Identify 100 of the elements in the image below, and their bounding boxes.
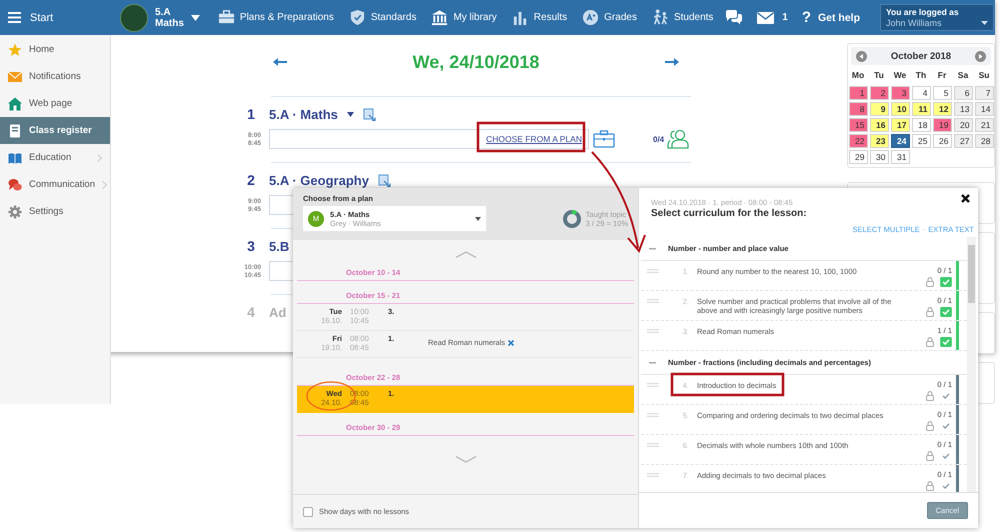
calendar-day[interactable]: 18 <box>912 118 930 132</box>
calendar-day[interactable]: 27 <box>954 134 972 148</box>
calendar-day[interactable]: 1 <box>848 86 868 100</box>
gear-icon <box>8 204 22 218</box>
calendar-day[interactable]: 11 <box>912 102 930 116</box>
weekday-label: Fr <box>936 69 948 82</box>
book-icon <box>8 150 22 164</box>
calendar-day[interactable]: 25 <box>912 134 930 148</box>
calendar-day[interactable]: 24 <box>890 134 910 148</box>
close-button[interactable] <box>961 194 970 203</box>
previous-month-icon[interactable] <box>856 50 867 62</box>
lock-icon <box>926 481 934 491</box>
check-mark[interactable] <box>940 451 952 461</box>
nav-item[interactable]: My library <box>431 9 497 26</box>
calendar-day[interactable]: 3 <box>890 86 910 100</box>
calendar-day[interactable]: 20 <box>954 118 972 132</box>
lock-icon <box>926 421 934 431</box>
photo-placeholder <box>120 4 148 32</box>
chat-icon[interactable] <box>725 10 744 25</box>
students-icon[interactable] <box>667 129 690 149</box>
caret-icon[interactable] <box>346 112 354 116</box>
scroll-up-icon[interactable] <box>454 251 476 258</box>
user-menu[interactable]: You are logged as John Williams <box>880 4 994 31</box>
calendar-day[interactable]: 17 <box>890 118 910 132</box>
notebook-icon <box>8 124 22 138</box>
nav-item[interactable]: Plans & Preparations <box>218 9 334 26</box>
nav-item[interactable]: Standards <box>348 9 416 26</box>
calendar-day[interactable]: 9 <box>870 102 888 116</box>
drag-handle-icon[interactable] <box>647 473 659 477</box>
calendar-day[interactable]: 26 <box>932 134 952 148</box>
calendar-day[interactable]: 10 <box>890 102 910 116</box>
drag-handle-icon[interactable] <box>647 443 659 447</box>
dialog-title: Select curriculum for the lesson: <box>651 208 808 219</box>
calendar-day[interactable]: 16 <box>870 118 888 132</box>
lesson-number: 1 <box>246 105 256 123</box>
calendar-day[interactable]: 7 <box>974 86 994 100</box>
check-box[interactable] <box>940 307 952 317</box>
calendar-day[interactable]: 15 <box>848 118 868 132</box>
shield-icon <box>348 9 366 26</box>
calendar-day[interactable]: 2 <box>870 86 888 100</box>
lesson-title: 5.A · Maths <box>269 106 338 122</box>
drag-handle-icon[interactable] <box>647 269 659 273</box>
month-title: October 2018 <box>890 50 952 62</box>
check-mark[interactable] <box>940 421 952 431</box>
topic-field[interactable]: CHOOSE FROM A PLAN <box>269 129 589 149</box>
sidebar-item[interactable]: Web page <box>0 90 110 117</box>
lesson-number: 4 <box>246 303 256 321</box>
calendar-day[interactable]: 30 <box>870 150 888 164</box>
lesson-title: 5.A · Geography <box>269 172 369 188</box>
check-mark[interactable] <box>940 481 952 491</box>
start-button[interactable]: Start <box>0 12 120 24</box>
lesson-number: 2 <box>246 171 256 189</box>
sidebar-item[interactable]: Communication <box>0 171 110 198</box>
calendar-day[interactable]: 31 <box>890 150 910 164</box>
bar-chart-icon <box>512 9 529 26</box>
check-mark[interactable] <box>940 391 952 401</box>
calendar-day[interactable]: 23 <box>870 134 888 148</box>
calendar-day[interactable]: 6 <box>954 86 972 100</box>
drag-handle-icon[interactable] <box>647 383 659 387</box>
calendar-day[interactable]: 19 <box>932 118 952 132</box>
calendar-day[interactable]: 12 <box>932 102 952 116</box>
class-selector[interactable]: 5.A Maths <box>120 4 200 32</box>
sidebar-item[interactable]: Settings <box>0 198 110 225</box>
sidebar-item[interactable]: Notifications <box>0 63 110 90</box>
drag-handle-icon[interactable] <box>647 413 659 417</box>
nav-item[interactable]: Results <box>512 9 568 26</box>
calendar-day[interactable]: 22 <box>848 134 868 148</box>
remove-icon[interactable] <box>508 340 514 346</box>
weekday-label: Tu <box>873 69 885 82</box>
star-icon <box>8 42 22 56</box>
calendar-day[interactable]: 5 <box>932 86 952 100</box>
briefcase-icon[interactable] <box>593 130 615 148</box>
left-arrow-icon[interactable] <box>273 58 287 66</box>
right-arrow-icon[interactable] <box>664 58 679 66</box>
check-box[interactable] <box>940 337 952 347</box>
drag-handle-icon[interactable] <box>647 329 659 333</box>
nav-item[interactable]: Students <box>652 9 714 26</box>
attendance-count: 0/4 <box>653 134 664 144</box>
calendar-day[interactable]: 28 <box>974 134 994 148</box>
calendar-day[interactable]: 13 <box>954 102 972 116</box>
nav-item[interactable]: Grades <box>582 9 637 26</box>
check-box[interactable] <box>940 277 952 287</box>
calendar-day[interactable]: 4 <box>912 86 930 100</box>
sidebar-item[interactable]: Education <box>0 144 110 171</box>
edit-note-icon[interactable] <box>378 174 391 186</box>
edit-note-icon[interactable] <box>362 108 376 120</box>
drag-handle-icon[interactable] <box>647 299 659 303</box>
help-button[interactable]: ? Get help <box>802 9 860 26</box>
chevron-right-icon <box>97 154 102 162</box>
choose-from-plan-link[interactable]: CHOOSE FROM A PLAN <box>486 134 582 144</box>
scroll-down-icon[interactable] <box>454 456 476 463</box>
lock-icon <box>926 337 934 347</box>
calendar-day[interactable]: 8 <box>848 102 868 116</box>
sidebar-item[interactable]: Class register <box>0 117 110 144</box>
next-month-icon[interactable] <box>974 50 986 62</box>
sidebar-item[interactable]: Home <box>0 36 110 63</box>
messages-button[interactable]: 1 <box>757 12 788 24</box>
calendar-day[interactable]: 21 <box>974 118 994 132</box>
calendar-day[interactable]: 14 <box>974 102 994 116</box>
calendar-day[interactable]: 29 <box>848 150 868 164</box>
